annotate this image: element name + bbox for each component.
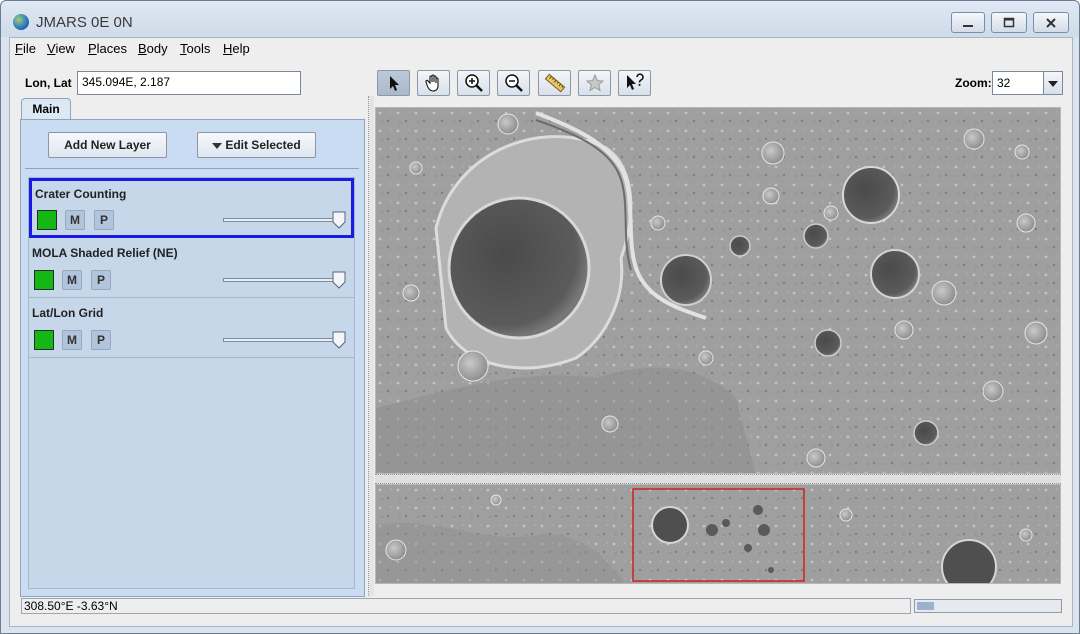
- pan-tool-button[interactable]: [417, 70, 450, 96]
- menu-tools[interactable]: Tools: [180, 41, 210, 56]
- layer-panner-toggle[interactable]: P: [94, 210, 114, 230]
- zoom-in-icon: [464, 74, 483, 92]
- main-map-view[interactable]: [375, 107, 1061, 474]
- status-progress-fill: [917, 602, 934, 610]
- minimize-icon: [963, 25, 973, 27]
- lonlat-label: Lon, Lat: [25, 76, 72, 90]
- close-button[interactable]: [1033, 12, 1069, 33]
- zoom-out-icon: [504, 74, 523, 92]
- layer-main-toggle[interactable]: M: [62, 330, 82, 350]
- minimize-button[interactable]: [951, 12, 985, 33]
- layer-row-lat-lon-grid[interactable]: Lat/Lon Grid M P: [29, 298, 354, 358]
- panner-map: [376, 485, 1060, 583]
- maximize-button[interactable]: [991, 12, 1027, 33]
- investigate-tool-button[interactable]: [578, 70, 611, 96]
- dropdown-triangle-icon: [212, 142, 223, 149]
- panel-divider: [25, 168, 359, 169]
- menu-file[interactable]: File: [15, 41, 36, 56]
- layer-name: Crater Counting: [35, 187, 127, 201]
- menu-view[interactable]: View: [47, 41, 75, 56]
- mars-shaded-relief-map: [376, 108, 1060, 473]
- panner-view[interactable]: [375, 484, 1061, 584]
- panner-splitter[interactable]: [375, 474, 1061, 484]
- client-area: File View Places Body Tools Help Lon, La…: [9, 37, 1073, 627]
- opacity-slider-thumb[interactable]: [332, 211, 346, 229]
- layer-panner-toggle[interactable]: P: [91, 330, 111, 350]
- zoom-out-tool-button[interactable]: [497, 70, 530, 96]
- opacity-slider[interactable]: [223, 338, 343, 342]
- layer-main-toggle[interactable]: M: [62, 270, 82, 290]
- layer-name: Lat/Lon Grid: [32, 306, 104, 320]
- layer-main-toggle[interactable]: M: [65, 210, 85, 230]
- investigate-star-icon: [585, 73, 604, 92]
- opacity-slider[interactable]: [223, 218, 343, 222]
- measure-tool-button[interactable]: [538, 70, 571, 96]
- window-title: JMARS 0E 0N: [36, 14, 133, 31]
- zoom-in-tool-button[interactable]: [457, 70, 490, 96]
- menu-body[interactable]: Body: [138, 41, 168, 56]
- app-window: JMARS 0E 0N File View Places Body Tools …: [0, 0, 1080, 634]
- edit-selected-label: Edit Selected: [225, 138, 301, 152]
- lonlat-field[interactable]: 345.094E, 2.187: [77, 71, 301, 95]
- opacity-slider-thumb[interactable]: [332, 271, 346, 289]
- whats-this-tool-button[interactable]: [618, 70, 651, 96]
- vertical-splitter[interactable]: [368, 96, 374, 596]
- zoom-label: Zoom:: [955, 76, 992, 90]
- menu-bar: File View Places Body Tools Help: [10, 38, 1072, 59]
- layer-row-crater-counting[interactable]: Crater Counting M P: [29, 178, 354, 238]
- select-pointer-icon: [389, 76, 399, 91]
- layer-color-swatch[interactable]: [34, 330, 54, 350]
- zoom-dropdown-button[interactable]: [1043, 71, 1063, 95]
- add-new-layer-button[interactable]: Add New Layer: [48, 132, 167, 158]
- maximize-icon: [1003, 17, 1015, 28]
- status-progress-bar: [914, 599, 1062, 613]
- layer-color-swatch[interactable]: [34, 270, 54, 290]
- layer-row-mola-shaded-relief[interactable]: MOLA Shaded Relief (NE) M P: [29, 238, 354, 298]
- edit-selected-button[interactable]: Edit Selected: [197, 132, 316, 158]
- title-bar: JMARS 0E 0N: [1, 1, 1079, 37]
- app-globe-icon: [13, 14, 29, 30]
- layer-list: Crater Counting M P MOLA Shaded Relief (…: [28, 177, 355, 589]
- whats-this-icon: [626, 73, 644, 90]
- tab-main[interactable]: Main: [21, 98, 71, 120]
- layer-manager-panel: Add New Layer Edit Selected Crater Count…: [20, 119, 365, 597]
- ruler-icon: [544, 73, 565, 93]
- menu-help[interactable]: Help: [223, 41, 250, 56]
- layer-color-swatch[interactable]: [37, 210, 57, 230]
- select-tool-button[interactable]: [377, 70, 410, 96]
- menu-places[interactable]: Places: [88, 41, 127, 56]
- layer-name: MOLA Shaded Relief (NE): [32, 246, 178, 260]
- pan-hand-icon: [424, 74, 439, 92]
- opacity-slider-thumb[interactable]: [332, 331, 346, 349]
- chevron-down-icon: [1048, 81, 1058, 87]
- layer-panner-toggle[interactable]: P: [91, 270, 111, 290]
- status-coordinates: 308.50°E -3.63°N: [21, 598, 911, 614]
- opacity-slider[interactable]: [223, 278, 343, 282]
- close-icon: [1046, 18, 1056, 28]
- zoom-field[interactable]: 32: [992, 71, 1044, 95]
